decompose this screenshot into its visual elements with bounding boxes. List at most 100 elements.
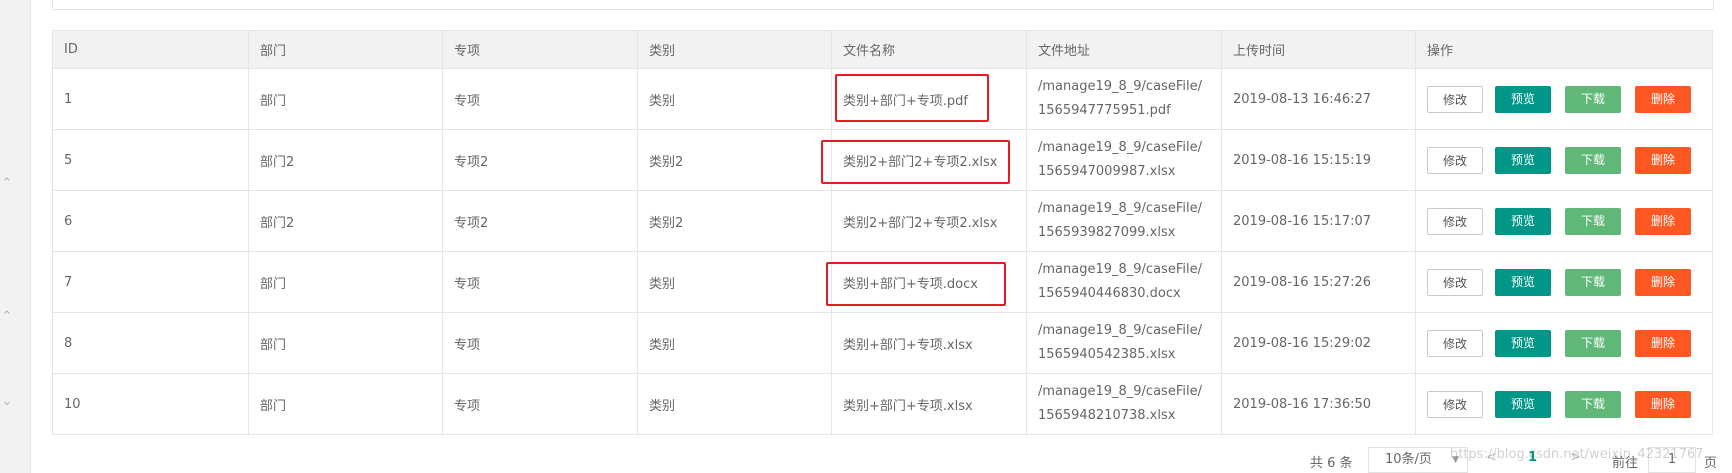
cell-category-text: 类别: [649, 93, 676, 109]
cell-id: 7: [52, 251, 249, 313]
cell-id-text: 6: [64, 213, 73, 229]
column-header-upload-time[interactable]: 上传时间: [1221, 30, 1416, 69]
cell-file-path-text: /manage19_8_9/caseFile/1565940446830.doc…: [1038, 262, 1202, 301]
cell-file-path: /manage19_8_9/caseFile/1565947009987.xls…: [1026, 129, 1222, 191]
table-row: 1 部门 专项 类别 类别+部门+专项.pdf/manage19_8_9/caseFil…: [52, 68, 1713, 130]
file-name-wrap: 类别+部门+专项.xlsx: [843, 334, 973, 353]
cell-id-text: 7: [64, 274, 73, 290]
page: ⌃ ⌃ ⌄ ID 部门 专项 类别 文件名称 文件地址 上传时间 操作 1 部门…: [0, 0, 1732, 473]
cell-upload-time-text: 2019-08-16 15:27:26: [1233, 274, 1372, 290]
table-row: 5 部门2 专项2 类别2 类别2+部门2+专项2.xlsx/manage19_8_9/…: [52, 129, 1713, 191]
cell-file-path-text: /manage19_8_9/caseFile/1565939827099.xls…: [1038, 201, 1202, 240]
next-page-button[interactable]: >: [1570, 450, 1581, 465]
cell-file-path-wrap: /manage19_8_9/caseFile/1565947775951.pdf: [1038, 75, 1210, 123]
preview-button[interactable]: 预览: [1495, 329, 1551, 357]
cell-upload-time: 2019-08-16 17:36:50: [1221, 373, 1416, 435]
table-row: 6 部门2 专项2 类别2 类别2+部门2+专项2.xlsx/manage19_8_9/…: [52, 190, 1713, 252]
column-header-actions: 操作: [1415, 30, 1713, 69]
edit-button[interactable]: 修改: [1427, 207, 1483, 235]
download-button[interactable]: 下载: [1565, 146, 1621, 174]
sidebar-collapsed: ⌃ ⌃ ⌄: [0, 0, 31, 473]
delete-button[interactable]: 删除: [1635, 390, 1691, 418]
cell-special: 专项: [442, 312, 638, 374]
column-header-special[interactable]: 专项: [442, 30, 638, 69]
preview-button[interactable]: 预览: [1495, 207, 1551, 235]
edit-button[interactable]: 修改: [1427, 390, 1483, 418]
column-header-file-name[interactable]: 文件名称: [831, 30, 1027, 69]
download-button[interactable]: 下载: [1565, 85, 1621, 113]
cell-category: 类别: [637, 251, 832, 313]
download-button[interactable]: 下载: [1565, 329, 1621, 357]
cell-file-path-wrap: /manage19_8_9/caseFile/1565940446830.doc…: [1038, 258, 1210, 306]
edit-button[interactable]: 修改: [1427, 146, 1483, 174]
file-table: ID 部门 专项 类别 文件名称 文件地址 上传时间 操作 1 部门 专项 类别 类别+…: [52, 30, 1713, 435]
file-name-wrap: 类别2+部门2+专项2.xlsx: [821, 140, 1010, 184]
cell-category: 类别2: [637, 129, 832, 191]
cell-file-path-text: /manage19_8_9/caseFile/1565948210738.xls…: [1038, 384, 1202, 423]
cell-file-name: 类别2+部门2+专项2.xlsx: [821, 129, 1027, 191]
column-header-category[interactable]: 类别: [637, 30, 832, 69]
cell-upload-time: 2019-08-16 15:15:19: [1221, 129, 1416, 191]
total-count: 共 6 条: [1310, 456, 1353, 471]
delete-button[interactable]: 删除: [1635, 146, 1691, 174]
delete-button[interactable]: 删除: [1635, 207, 1691, 235]
table-row: 10 部门 专项 类别 类别+部门+专项.xlsx/manage19_8_9/caseF…: [52, 373, 1713, 435]
cell-special: 专项: [442, 373, 638, 435]
goto-page-input[interactable]: 1: [1648, 447, 1696, 473]
chevron-down-icon[interactable]: ⌄: [1, 395, 13, 408]
column-header-file-path[interactable]: 文件地址: [1026, 30, 1222, 69]
cell-dept-text: 部门: [260, 337, 287, 353]
cell-category: 类别2: [637, 190, 832, 252]
file-name-text: 类别+部门+专项.xlsx: [843, 337, 973, 353]
cell-special-text: 专项: [454, 337, 481, 353]
cell-file-path-text: /manage19_8_9/caseFile/1565947009987.xls…: [1038, 140, 1202, 179]
cell-file-path: /manage19_8_9/caseFile/1565940542385.xls…: [1026, 312, 1222, 374]
file-name-wrap: 类别2+部门2+专项2.xlsx: [843, 212, 998, 231]
cell-file-path-wrap: /manage19_8_9/caseFile/1565948210738.xls…: [1038, 380, 1210, 428]
cell-upload-time: 2019-08-13 16:46:27: [1221, 68, 1416, 130]
edit-button[interactable]: 修改: [1427, 329, 1483, 357]
edit-button[interactable]: 修改: [1427, 85, 1483, 113]
file-name-text: 类别+部门+专项.xlsx: [843, 398, 973, 414]
preview-button[interactable]: 预览: [1495, 146, 1551, 174]
current-page[interactable]: 1: [1528, 450, 1537, 465]
cell-category-text: 类别: [649, 398, 676, 414]
page-size-select[interactable]: 10条/页 ▼: [1368, 447, 1468, 473]
preview-button[interactable]: 预览: [1495, 268, 1551, 296]
preview-button[interactable]: 预览: [1495, 390, 1551, 418]
cell-dept: 部门: [248, 251, 443, 313]
edit-button[interactable]: 修改: [1427, 268, 1483, 296]
cell-actions: 修改 预览 下载 删除: [1415, 312, 1713, 374]
column-header-id[interactable]: ID: [52, 30, 249, 69]
cell-file-path-wrap: /manage19_8_9/caseFile/1565947009987.xls…: [1038, 136, 1210, 184]
cell-file-name: 类别+部门+专项.xlsx: [831, 373, 1027, 435]
top-panel: [52, 0, 1714, 10]
cell-id-text: 5: [64, 152, 73, 168]
goto-label: 前往: [1612, 456, 1639, 471]
cell-special-text: 专项2: [454, 154, 489, 170]
delete-button[interactable]: 删除: [1635, 268, 1691, 296]
cell-id-text: 10: [64, 396, 81, 412]
cell-actions: 修改 预览 下载 删除: [1415, 129, 1713, 191]
prev-page-button[interactable]: <: [1486, 450, 1497, 465]
column-header-dept[interactable]: 部门: [248, 30, 443, 69]
cell-actions: 修改 预览 下载 删除: [1415, 190, 1713, 252]
download-button[interactable]: 下载: [1565, 390, 1621, 418]
preview-button[interactable]: 预览: [1495, 85, 1551, 113]
cell-file-name: 类别2+部门2+专项2.xlsx: [831, 190, 1027, 252]
cell-upload-time-text: 2019-08-16 15:15:19: [1233, 152, 1372, 168]
cell-id: 5: [52, 129, 249, 191]
download-button[interactable]: 下载: [1565, 268, 1621, 296]
cell-special: 专项2: [442, 190, 638, 252]
cell-file-path-wrap: /manage19_8_9/caseFile/1565939827099.xls…: [1038, 197, 1210, 245]
download-button[interactable]: 下载: [1565, 207, 1621, 235]
chevron-up-icon[interactable]: ⌃: [1, 177, 13, 190]
delete-button[interactable]: 删除: [1635, 329, 1691, 357]
cell-file-path: /manage19_8_9/caseFile/1565940446830.doc…: [1026, 251, 1222, 313]
delete-button[interactable]: 删除: [1635, 85, 1691, 113]
cell-category: 类别: [637, 312, 832, 374]
cell-upload-time: 2019-08-16 15:27:26: [1221, 251, 1416, 313]
chevron-up-icon[interactable]: ⌃: [1, 310, 13, 323]
cell-upload-time: 2019-08-16 15:29:02: [1221, 312, 1416, 374]
file-name-text: 类别2+部门2+专项2.xlsx: [843, 215, 998, 231]
